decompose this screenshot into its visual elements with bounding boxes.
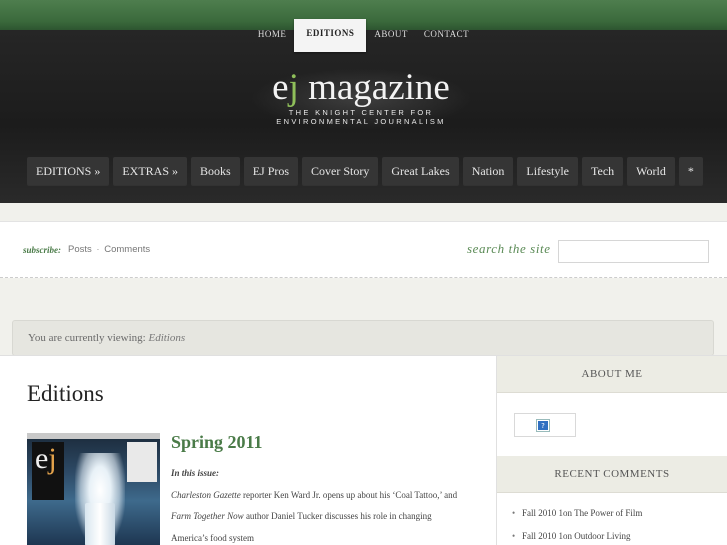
nav-contact[interactable]: CONTACT: [416, 19, 477, 51]
subscribe-posts-link[interactable]: Posts: [68, 244, 92, 255]
category-navigation: EDITIONS » EXTRAS » Books EJ Pros Cover …: [27, 157, 707, 187]
broken-image-icon: ?: [536, 419, 550, 432]
subscribe-bar: subscribe: Posts · Comments search the s…: [0, 221, 727, 278]
nav-about[interactable]: ABOUT: [366, 19, 416, 51]
cover-logo-text: ej: [35, 442, 57, 475]
about-me-image: ?: [514, 413, 576, 437]
search-input[interactable]: [558, 240, 709, 263]
search-label: search the site: [467, 241, 551, 256]
cat-world[interactable]: World: [627, 157, 675, 185]
recent-comments-heading: RECENT COMMENTS: [497, 456, 727, 493]
cat-nation[interactable]: Nation: [462, 157, 514, 185]
breadcrumb: You are currently viewing: Editions: [12, 320, 714, 356]
post-line-1: Charleston Gazette reporter Ken Ward Jr.…: [171, 489, 458, 500]
subscribe-comments-link[interactable]: Comments: [104, 244, 150, 255]
recent-comments-list: Fall 2010 1on The Power of Film Fall 201…: [509, 508, 719, 545]
main-content: Editions ej Spring 2011 In this issue: C…: [0, 355, 497, 545]
cat-ej-pros[interactable]: EJ Pros: [243, 157, 299, 185]
post-in-this-issue: In this issue:: [171, 468, 220, 478]
cat-tech[interactable]: Tech: [582, 157, 624, 185]
cat-great-lakes[interactable]: Great Lakes: [382, 157, 459, 185]
recent-comment-item[interactable]: Fall 2010 1on Outdoor Living: [509, 531, 719, 545]
breadcrumb-current: Editions: [148, 332, 186, 344]
post-title-link[interactable]: Spring 2011: [171, 432, 263, 453]
magazine-cover-image[interactable]: ej: [27, 433, 160, 545]
cat-extras[interactable]: EXTRAS »: [113, 157, 187, 185]
cat-editions[interactable]: EDITIONS »: [27, 157, 110, 185]
logo-tagline-1: THE KNIGHT CENTER FOR: [288, 108, 434, 117]
cover-glass: [85, 503, 115, 545]
cover-side-strip: [127, 442, 157, 482]
nav-home[interactable]: HOME: [250, 19, 295, 51]
nav-editions[interactable]: EDITIONS: [294, 19, 367, 52]
page-title: Editions: [27, 381, 104, 406]
post-line-2: Farm Together Now author Daniel Tucker d…: [171, 511, 432, 521]
subscribe-label: subscribe:: [23, 245, 61, 255]
cat-books[interactable]: Books: [191, 157, 240, 185]
post-excerpt: In this issue: Charleston Gazette report…: [171, 463, 471, 545]
cat-cover-story[interactable]: Cover Story: [302, 157, 379, 185]
about-me-heading: ABOUT ME: [497, 356, 727, 393]
breadcrumb-text: You are currently viewing: Editions: [28, 332, 186, 344]
cover-top-strip: [27, 433, 160, 439]
cat-more[interactable]: *: [678, 157, 703, 185]
site-logo[interactable]: ej magazine THE KNIGHT CENTER FOR ENVIRO…: [250, 68, 472, 130]
top-navigation: HOME EDITIONS ABOUT CONTACT: [0, 19, 727, 52]
recent-comment-item[interactable]: Fall 2010 1on The Power of Film: [509, 508, 719, 531]
post-line-3: America’s food system: [171, 532, 254, 543]
subscribe-separator: ·: [96, 244, 100, 255]
sidebar: ABOUT ME ? RECENT COMMENTS Fall 2010 1on…: [497, 355, 727, 545]
logo-title: ej magazine: [272, 67, 450, 108]
subscribe-links: Posts · Comments: [68, 244, 150, 255]
logo-tagline-2: ENVIRONMENTAL JOURNALISM: [276, 117, 446, 126]
cat-lifestyle[interactable]: Lifestyle: [517, 157, 579, 185]
